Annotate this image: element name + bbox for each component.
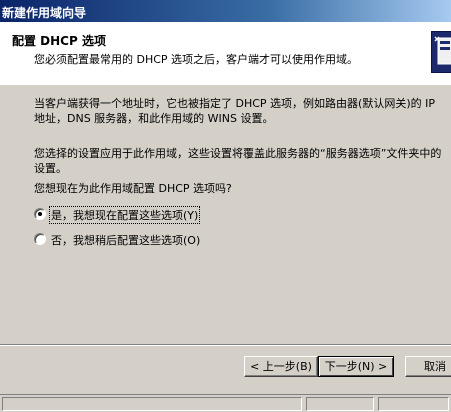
network-wizard-icon bbox=[432, 32, 451, 72]
cancel-button[interactable]: 取消 bbox=[405, 356, 451, 377]
radio-button-yes[interactable] bbox=[34, 208, 46, 220]
wizard-header: 配置 DHCP 选项 您必须配置最常用的 DHCP 选项之后，客户端才可以使用作… bbox=[0, 22, 451, 85]
scope-note-text: 您选择的设置应用于此作用域，这些设置将覆盖此服务器的“服务器选项”文件夹中的设置… bbox=[34, 147, 442, 175]
radio-selected-dot bbox=[38, 212, 42, 216]
page-subtitle: 您必须配置最常用的 DHCP 选项之后，客户端才可以使用作用域。 bbox=[34, 53, 359, 66]
page-title: 配置 DHCP 选项 bbox=[12, 34, 106, 48]
button-separator bbox=[0, 344, 451, 346]
window-title: 新建作用域向导 bbox=[2, 6, 87, 20]
status-bar bbox=[0, 394, 451, 412]
radio-button-no[interactable] bbox=[34, 233, 46, 245]
option-label-no[interactable]: 否，我想稍后配置这些选项(O) bbox=[50, 232, 201, 248]
status-segment-2 bbox=[306, 397, 374, 411]
question-text: 您想现在为此作用域配置 DHCP 选项吗? bbox=[34, 182, 232, 195]
back-button[interactable]: < 上一步(B) bbox=[244, 356, 318, 377]
option-label-yes[interactable]: 是，我想现在配置这些选项(Y) bbox=[48, 206, 201, 224]
header-highlight bbox=[0, 84, 451, 85]
wizard-icon bbox=[431, 31, 451, 73]
status-segment-main bbox=[2, 397, 302, 411]
intro-text: 当客户端获得一个地址时，它也被指定了 DHCP 选项，例如路由器(默认网关)的 … bbox=[34, 97, 436, 125]
title-bar[interactable]: 新建作用域向导 bbox=[0, 0, 451, 22]
status-segment-3 bbox=[378, 397, 449, 411]
new-scope-wizard-window: 新建作用域向导 配置 DHCP 选项 您必须配置最常用的 DHCP 选项之后，客… bbox=[0, 0, 451, 412]
next-button[interactable]: 下一步(N) > bbox=[318, 356, 394, 377]
